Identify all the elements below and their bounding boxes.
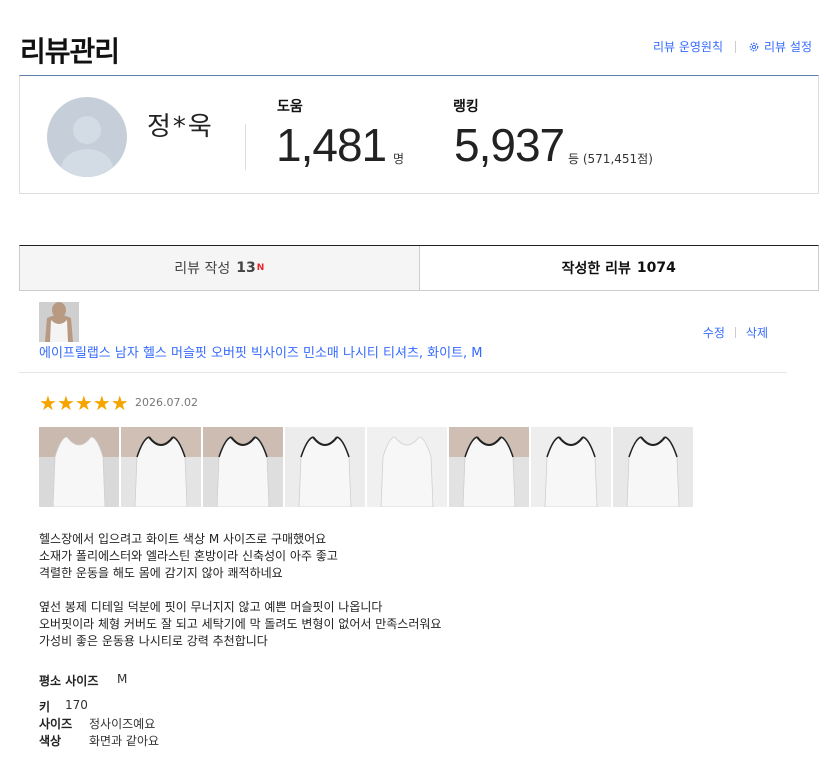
review-text-line: 오버핏이라 체형 커버도 잘 되고 세탁기에 막 돌려도 변형이 없어서 만족스… — [39, 617, 442, 631]
link-divider — [735, 40, 737, 53]
rank-label: 랭킹 — [453, 99, 479, 115]
review-photos — [39, 427, 695, 507]
review-photo[interactable] — [531, 427, 611, 507]
profile-card: 정*욱 도움 1,481 명 랭킹 5,937 등 (571,451점) — [19, 75, 819, 194]
review-photo[interactable] — [121, 427, 201, 507]
product-thumbnail[interactable] — [39, 302, 79, 342]
header-links: 리뷰 운영원칙 리뷰 설정 — [653, 38, 812, 55]
action-divider — [734, 327, 736, 338]
review-text-line: 가성비 좋은 운동용 나시티로 강력 추천합니다 — [39, 634, 268, 648]
survey-size-label: 사이즈 — [39, 717, 73, 731]
survey-size-value: 정사이즈예요 — [89, 717, 156, 731]
review-text-line: 소재가 폴리에스터와 엘라스틴 혼방이라 신축성이 아주 좋고 — [39, 549, 338, 563]
review-photo-image — [39, 427, 119, 507]
star-icon: ★ — [92, 391, 111, 415]
survey-usual-size: 평소 사이즈 M — [39, 672, 127, 689]
survey-usual-size-label: 평소 사이즈 — [39, 674, 99, 688]
review-text-line: 헬스장에서 입으려고 화이트 색상 M 사이즈로 구매했어요 — [39, 532, 327, 546]
section-divider — [19, 372, 787, 373]
review-text-line — [39, 582, 441, 599]
review-tabs: 리뷰 작성 13 N 작성한 리뷰 1074 — [19, 245, 819, 291]
star-icon: ★ — [74, 391, 93, 415]
edit-button[interactable]: 수정 — [703, 324, 725, 341]
survey-height-label: 키 — [39, 700, 51, 714]
review-date: 2026.07.02 — [135, 396, 198, 409]
review-actions: 수정 삭제 — [703, 324, 768, 341]
survey-usual-size-value: M — [117, 672, 128, 686]
survey-color-value: 화면과 같아요 — [89, 734, 160, 748]
user-silhouette-icon — [61, 116, 113, 177]
review-settings-link[interactable]: 리뷰 설정 — [748, 38, 812, 55]
delete-button[interactable]: 삭제 — [746, 324, 768, 341]
tab-written-reviews-label: 작성한 리뷰 — [561, 261, 631, 277]
new-badge: N — [256, 263, 265, 273]
survey-color-label: 색상 — [39, 734, 62, 748]
page-title: 리뷰관리 — [20, 35, 120, 68]
review-photo-image — [531, 427, 611, 507]
help-unit: 명 — [393, 152, 405, 166]
review-text-line: 옆선 봉제 디테일 덕분에 핏이 무너지지 않고 예쁜 머슬핏이 나옵니다 — [39, 600, 383, 614]
survey-height: 키 170 — [39, 698, 88, 715]
review-photo[interactable] — [449, 427, 529, 507]
rank-value: 5,937 — [454, 119, 565, 171]
star-icon: ★ — [56, 391, 75, 415]
survey-height-value: 170 — [65, 698, 88, 712]
tab-write-review-count: 13 — [236, 260, 256, 276]
review-photo-image — [367, 427, 447, 507]
review-photo-image — [285, 427, 365, 507]
help-value: 1,481 — [276, 119, 387, 171]
review-body: 헬스장에서 입으려고 화이트 색상 M 사이즈로 구매했어요소재가 폴리에스터와… — [39, 531, 441, 650]
review-text-line: 격렬한 운동을 해도 몸에 감기지 않아 쾌적하네요 — [39, 566, 283, 580]
survey-color: 색상 화면과 같아요 — [39, 732, 159, 749]
review-photo[interactable] — [285, 427, 365, 507]
tab-written-reviews-count: 1074 — [636, 260, 676, 276]
review-policy-link[interactable]: 리뷰 운영원칙 — [653, 38, 723, 55]
review-photo-image — [203, 427, 283, 507]
star-icon: ★ — [39, 391, 57, 415]
tab-written-reviews[interactable]: 작성한 리뷰 1074 — [419, 246, 818, 290]
review-photo-image — [449, 427, 529, 507]
review-photo-image — [121, 427, 201, 507]
help-label: 도움 — [277, 99, 303, 115]
review-photo[interactable] — [39, 427, 119, 507]
review-settings-label: 리뷰 설정 — [764, 40, 812, 54]
product-name-link[interactable]: 에이프릴랩스 남자 헬스 머슬핏 오버핏 빅사이즈 민소매 나시티 티셔츠, 화… — [39, 342, 483, 361]
avatar — [47, 97, 127, 177]
user-name: 정*욱 — [147, 112, 214, 142]
profile-divider — [245, 124, 246, 170]
tab-write-review[interactable]: 리뷰 작성 13 N — [20, 246, 420, 290]
survey-size: 사이즈 정사이즈예요 — [39, 715, 155, 732]
rank-unit: 등 (571,451점) — [568, 152, 653, 166]
rating-stars: ★ ★ ★ ★ ★ — [39, 393, 129, 413]
review-photo[interactable] — [203, 427, 283, 507]
review-photo[interactable] — [367, 427, 447, 507]
tab-write-review-label: 리뷰 작성 — [174, 261, 231, 277]
review-photo[interactable] — [613, 427, 693, 507]
review-photo-image — [613, 427, 693, 507]
gear-icon — [749, 42, 759, 51]
product-image — [39, 302, 79, 342]
star-icon: ★ — [110, 391, 129, 415]
